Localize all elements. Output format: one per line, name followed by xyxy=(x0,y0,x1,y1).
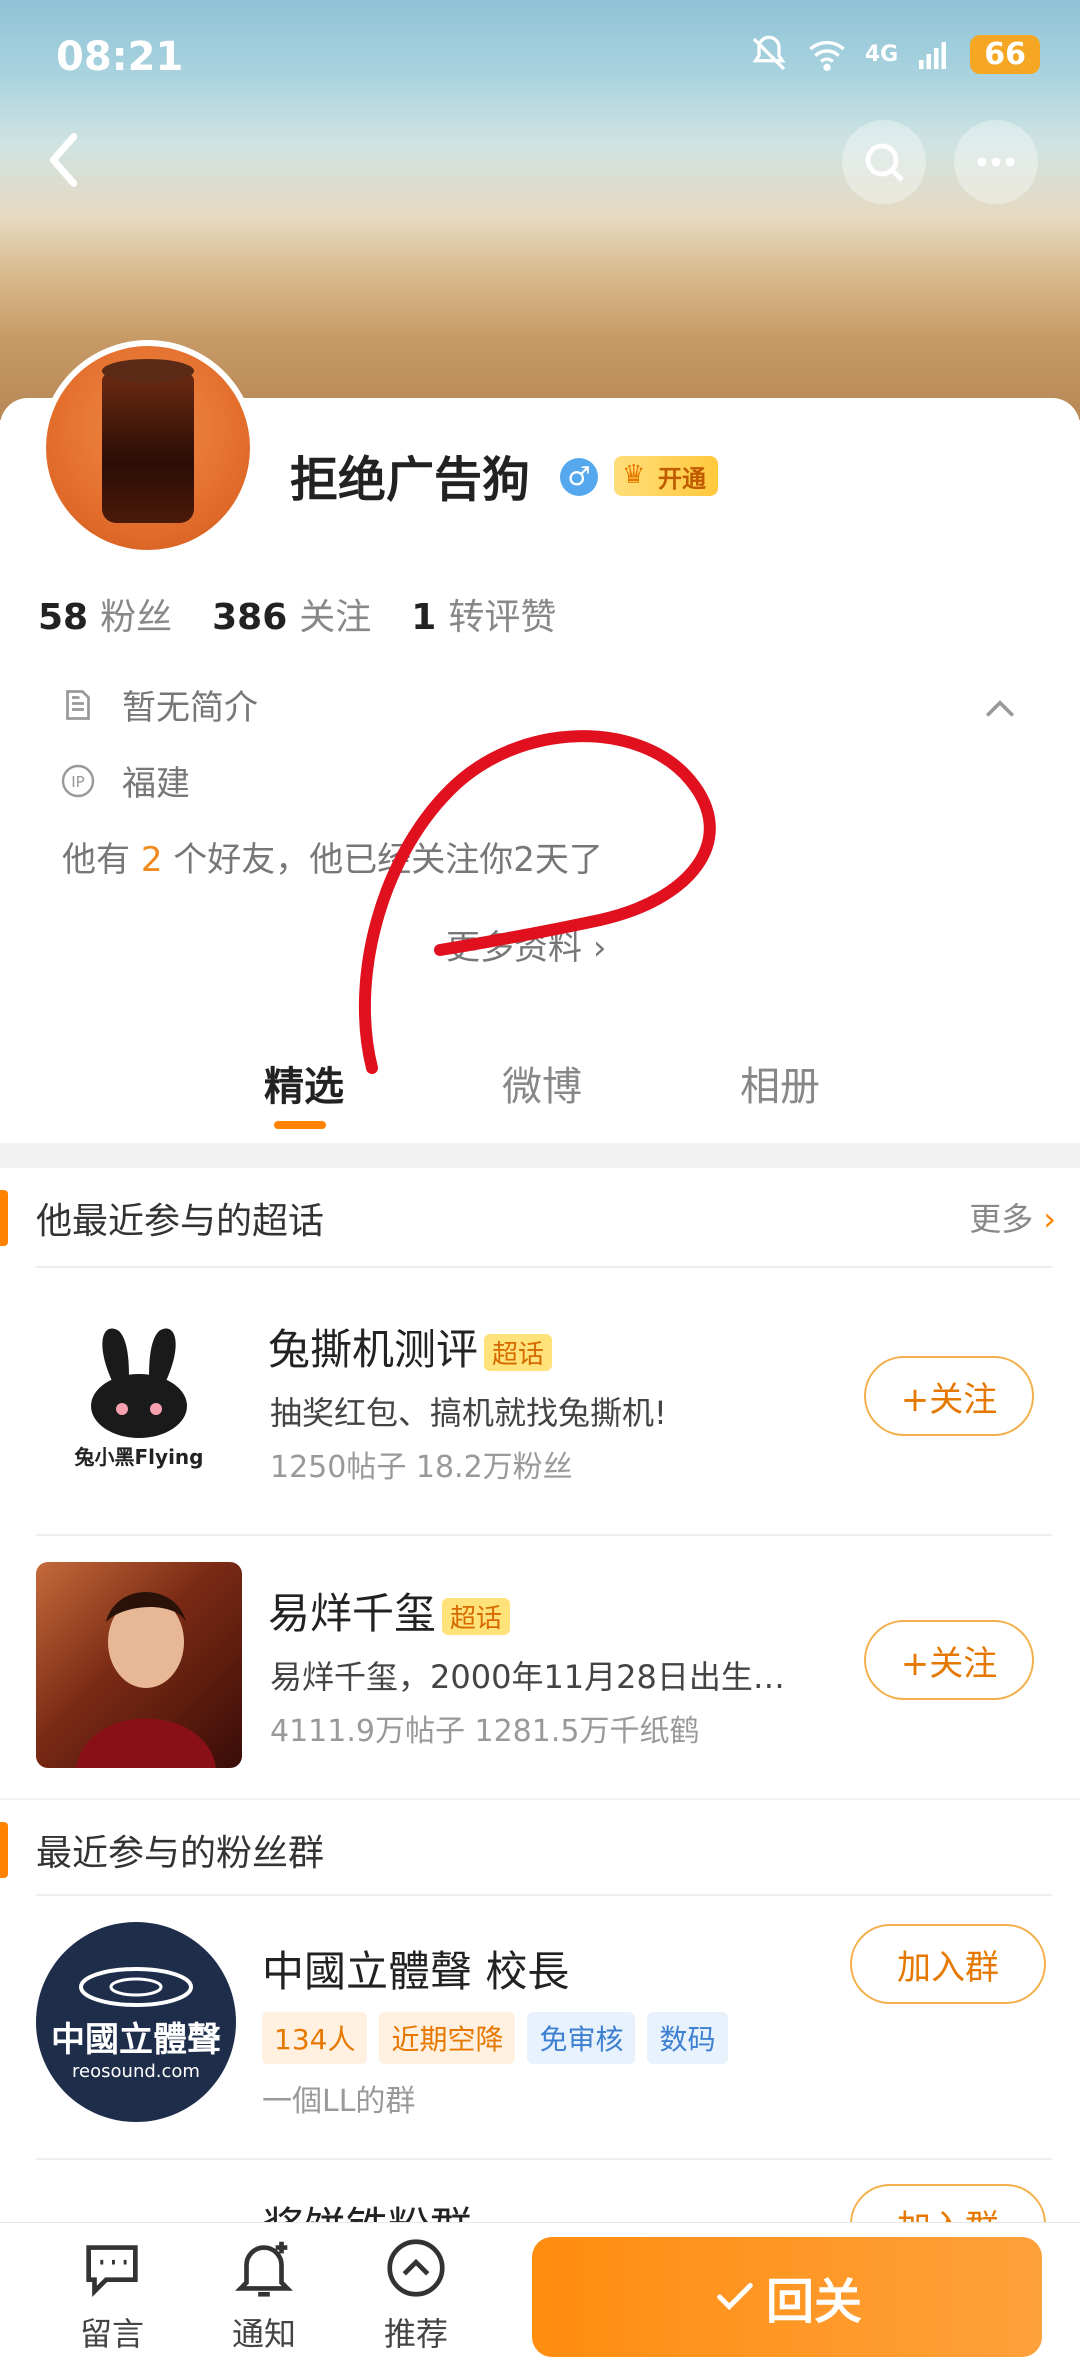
group-chips: 134人 近期空降 免审核 数码 xyxy=(262,2012,740,2064)
stat-following[interactable]: 386 关注 xyxy=(212,588,371,640)
mute-icon xyxy=(752,35,786,71)
notify-button[interactable]: 通知 xyxy=(204,2233,324,2355)
divider xyxy=(36,1534,1052,1536)
tab-album[interactable]: 相册 xyxy=(740,1054,820,1112)
crown-icon: ♛ xyxy=(622,460,646,490)
section-title: 他最近参与的超话 xyxy=(36,1201,325,1242)
bottom-action-bar: 留言 通知 推荐 回关 xyxy=(0,2222,1080,2376)
recommend-icon xyxy=(387,2239,445,2297)
follow-button[interactable]: +关注 xyxy=(864,1356,1034,1436)
message-icon xyxy=(86,2245,138,2297)
notify-label: 通知 xyxy=(231,2315,296,2353)
fan-groups-header: 最近参与的粉丝群 xyxy=(0,1800,1080,1900)
recommend-button[interactable]: 推荐 xyxy=(356,2233,476,2355)
supertopic-meta: 4111.9万帖子 1281.5万千纸鹤 xyxy=(270,1714,700,1749)
supertopic-thumb-yiyang[interactable] xyxy=(36,1562,242,1768)
more-link[interactable]: 更多 › xyxy=(969,1194,1056,1240)
supertopic-meta: 1250帖子 18.2万粉丝 xyxy=(270,1450,573,1485)
check-icon xyxy=(717,2283,753,2311)
profile-tabs: 精选 微博 相册 xyxy=(0,1040,1080,1140)
tab-featured[interactable]: 精选 xyxy=(264,1054,344,1112)
chevron-right-icon: › xyxy=(592,928,607,968)
group-logo[interactable]: 中國立體聲 reosound.com xyxy=(36,1922,236,2122)
wifi-icon xyxy=(809,41,845,71)
follow-button[interactable]: +关注 xyxy=(864,1620,1034,1700)
tab-weibo[interactable]: 微博 xyxy=(502,1054,582,1112)
cola-glass-image xyxy=(102,359,194,523)
male-icon: ♂ xyxy=(560,458,598,496)
group-title[interactable]: 中國立體聲 校長 xyxy=(262,1938,569,1999)
message-button[interactable]: 留言 xyxy=(52,2233,172,2355)
supertopic-tag: 超话 xyxy=(442,1598,511,1635)
chevron-right-icon: › xyxy=(1043,1200,1056,1238)
person-photo-icon xyxy=(76,1592,216,1768)
thumb-caption: 兔小黑Flying xyxy=(74,1444,204,1469)
rabbit-logo-icon xyxy=(91,1327,187,1438)
ip-row: IP 福建 xyxy=(60,756,190,805)
supertopic-desc: 抽奖红包、搞机就找兔撕机! xyxy=(270,1394,667,1432)
vip-label: 开通 xyxy=(658,464,706,493)
profile-name: 拒绝广告狗 xyxy=(290,452,531,508)
message-label: 留言 xyxy=(79,2315,144,2353)
divider xyxy=(36,1266,1052,1268)
supertopics-header: 他最近参与的超话 更多 › xyxy=(0,1168,1080,1268)
divider xyxy=(36,1894,1052,1896)
recommend-label: 推荐 xyxy=(383,2315,448,2353)
back-icon[interactable] xyxy=(30,125,100,195)
section-accent xyxy=(0,1190,8,1246)
ip-icon: IP xyxy=(61,764,95,797)
status-bar: 08:21 4G 66 xyxy=(0,0,1080,120)
search-button[interactable] xyxy=(842,120,926,204)
vip-open-button[interactable]: ♛ 开通 xyxy=(614,456,718,496)
group-desc: 一個LL的群 xyxy=(262,2084,416,2119)
status-time: 08:21 xyxy=(56,34,184,80)
group-logo-text: 中國立體聲 xyxy=(51,2020,221,2060)
network-label: 4G xyxy=(864,41,899,67)
supertopic-title[interactable]: 兔撕机测评 超话 xyxy=(268,1316,553,1377)
profile-stats: 58 粉丝 386 关注 1 转评赞 xyxy=(38,588,556,640)
bio-text: 暂无简介 xyxy=(122,688,258,728)
supertopic-desc: 易烊千玺，2000年11月28日出生… xyxy=(270,1658,785,1696)
status-icons: 4G 66 xyxy=(749,34,1040,74)
document-icon xyxy=(66,689,90,720)
more-info-link[interactable]: 更多资料 › xyxy=(446,920,606,969)
follow-back-button[interactable]: 回关 xyxy=(532,2237,1042,2357)
bio-row: 暂无简介 xyxy=(60,680,258,729)
bell-plus-icon xyxy=(235,2241,293,2297)
more-icon xyxy=(977,157,1015,167)
chip-members: 134人 xyxy=(262,2012,368,2064)
chip-recent: 近期空降 xyxy=(379,2012,516,2064)
supertopic-thumb-tusiji[interactable]: 兔小黑Flying xyxy=(36,1292,242,1498)
more-button[interactable] xyxy=(954,120,1038,204)
collapse-chevron-icon[interactable] xyxy=(978,688,1022,732)
avatar[interactable] xyxy=(40,340,256,556)
signal-icon xyxy=(919,42,947,69)
group-logo-sub: reosound.com xyxy=(72,2061,200,2082)
join-group-button[interactable]: 加入群 xyxy=(850,1924,1046,2004)
section-title: 最近参与的粉丝群 xyxy=(36,1833,325,1874)
chip-no-review: 免审核 xyxy=(527,2012,636,2064)
follow-back-label: 回关 xyxy=(765,2274,862,2330)
mutual-friends-text[interactable]: 他有 2 个好友，他已经关注你2天了 xyxy=(62,832,603,881)
supertopic-tag: 超话 xyxy=(484,1334,553,1371)
stat-likes[interactable]: 1 转评赞 xyxy=(411,588,556,640)
stat-followers[interactable]: 58 粉丝 xyxy=(38,588,172,640)
search-icon xyxy=(865,143,904,182)
active-tab-indicator xyxy=(274,1121,326,1129)
supertopic-title[interactable]: 易烊千玺 超话 xyxy=(268,1580,511,1641)
battery-icon: 66 xyxy=(970,34,1040,74)
svg-text:IP: IP xyxy=(71,773,84,791)
section-accent xyxy=(0,1822,8,1878)
chip-category: 数码 xyxy=(647,2012,728,2064)
ip-location: 福建 xyxy=(122,764,190,804)
divider xyxy=(36,2158,1052,2160)
disc-logo-icon xyxy=(79,1967,193,2007)
